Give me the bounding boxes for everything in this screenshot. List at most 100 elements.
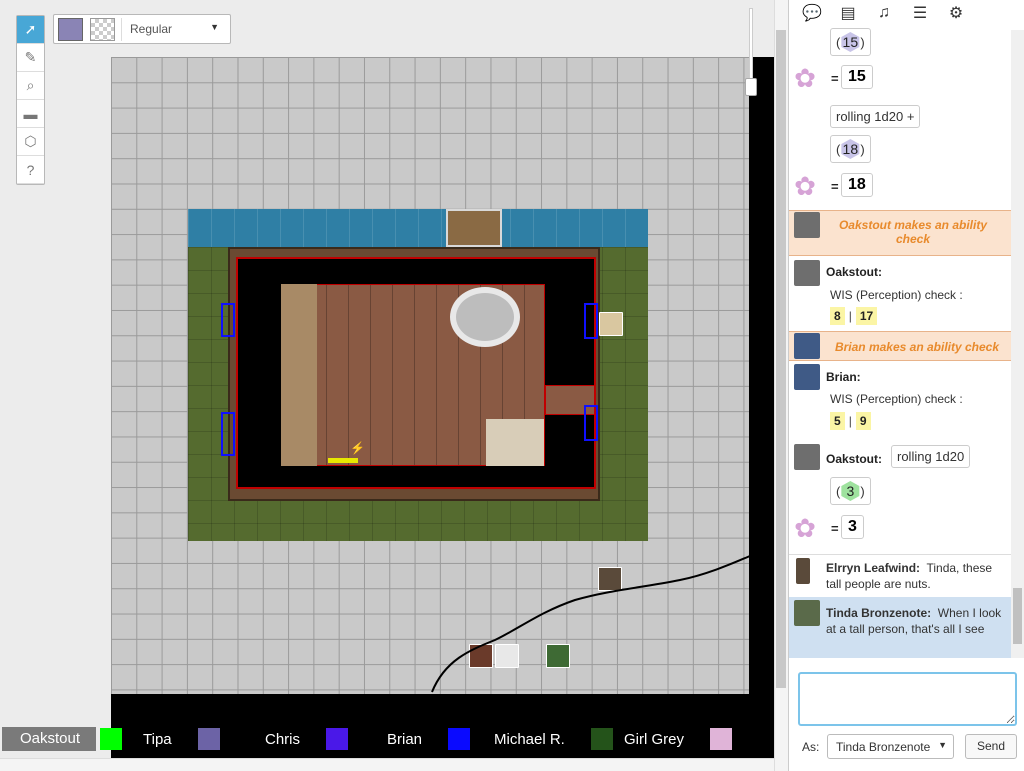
player-oakstout[interactable]: Oakstout bbox=[2, 727, 122, 751]
player-color-swatch[interactable] bbox=[590, 728, 613, 750]
avatar bbox=[794, 444, 820, 470]
vertical-scrollbar-thumb[interactable] bbox=[776, 30, 786, 688]
door-marker[interactable] bbox=[221, 303, 235, 337]
character-token[interactable] bbox=[469, 644, 493, 668]
journal-icon[interactable]: ▤ bbox=[837, 3, 859, 23]
speak-as-value: Tinda Bronzenote bbox=[836, 740, 931, 754]
roll-result-box: (18) bbox=[830, 135, 871, 163]
player-michael-r[interactable]: Michael R. bbox=[488, 727, 613, 751]
player-tipa[interactable]: Tipa bbox=[137, 727, 220, 751]
player-name: Tipa bbox=[143, 730, 172, 748]
paren: ) bbox=[860, 35, 865, 50]
speaker-name: Oakstout: bbox=[826, 452, 883, 466]
player-name: Michael R. bbox=[494, 730, 565, 748]
yellow-drawing[interactable] bbox=[328, 458, 358, 463]
drawing-style-bar: Regular ▼ bbox=[53, 14, 231, 44]
measure-tool[interactable]: ▬ bbox=[17, 100, 44, 128]
door-marker[interactable] bbox=[221, 412, 235, 456]
help-tool[interactable]: ? bbox=[17, 156, 44, 184]
compendium-icon[interactable]: ♫ bbox=[873, 3, 895, 23]
avatar bbox=[796, 558, 810, 584]
paren: ( bbox=[836, 142, 841, 157]
speaker-name: Tinda Bronzenote: bbox=[826, 606, 932, 620]
check-label: WIS (Perception) check : bbox=[830, 288, 963, 302]
help-icon: ? bbox=[26, 161, 35, 178]
chat-scrollbar[interactable] bbox=[1011, 30, 1024, 658]
roll-value: 8 bbox=[830, 307, 845, 325]
player-girl-grey[interactable]: Girl Grey bbox=[618, 727, 732, 751]
character-token[interactable] bbox=[546, 644, 570, 668]
paren: ( bbox=[836, 35, 841, 50]
battle-map-image[interactable]: ⚡ bbox=[188, 209, 648, 541]
zoom-slider-thumb[interactable] bbox=[745, 78, 757, 96]
font-style-select[interactable]: Regular ▼ bbox=[121, 18, 227, 41]
chat-icon[interactable]: 💬 bbox=[801, 3, 823, 23]
player-name: Chris bbox=[265, 730, 301, 748]
zoom-tool[interactable]: ⌕ bbox=[17, 72, 44, 100]
chat-log[interactable]: (15) ✿ = 15 rolling 1d20 + (18) ✿ = 18 O… bbox=[789, 26, 1011, 658]
draw-tool[interactable]: ✎ bbox=[17, 44, 44, 72]
equals-sign: = bbox=[831, 179, 839, 194]
roll-value: 9 bbox=[855, 412, 871, 430]
player-color-swatch[interactable] bbox=[448, 728, 471, 750]
chat-message: Tinda Bronzenote: When I look at a tall … bbox=[826, 605, 1006, 637]
map-stage[interactable]: ⚡ ➚ ✎ ⌕ ▬ ⬡? Regular ▼ Oakstout Tipa Chris Bria… bbox=[0, 0, 788, 771]
player-color-swatch[interactable] bbox=[100, 728, 122, 750]
fog-tool[interactable]: ⬡ bbox=[17, 128, 44, 156]
check-values: 8 | 17 bbox=[830, 307, 878, 325]
d20-icon: ⬡ bbox=[24, 133, 37, 149]
chat-message: Elrryn Leafwind: Tinda, these tall peopl… bbox=[826, 560, 1006, 592]
equals-sign: = bbox=[831, 521, 839, 536]
list-icon[interactable]: ☰ bbox=[909, 3, 931, 23]
player-color-swatch[interactable] bbox=[326, 728, 349, 750]
avatar bbox=[794, 364, 820, 390]
chat-input[interactable] bbox=[798, 672, 1017, 726]
gear-icon[interactable]: ⚙ bbox=[945, 3, 967, 23]
player-name: Oakstout bbox=[2, 727, 96, 751]
roll-result-box: (15) bbox=[830, 28, 871, 56]
select-tool[interactable]: ➚ bbox=[17, 16, 44, 44]
separator: | bbox=[848, 309, 852, 323]
roll-value: 17 bbox=[855, 307, 878, 325]
roll-total: 18 bbox=[841, 173, 873, 197]
avatar bbox=[794, 260, 820, 286]
roll-formula: rolling 1d20 + bbox=[830, 105, 921, 128]
door-marker[interactable] bbox=[584, 303, 598, 339]
player-name: Girl Grey bbox=[624, 730, 684, 748]
right-sidebar: 💬 ▤ ♫ ☰ ⚙ (15) ✿ = 15 rolling 1d20 + (18) ✿ … bbox=[788, 0, 1024, 771]
d20-die: 3 bbox=[841, 481, 860, 501]
player-brian[interactable]: Brian bbox=[381, 727, 471, 751]
character-token[interactable] bbox=[599, 312, 623, 336]
speaker-name: Brian: bbox=[826, 370, 861, 384]
avatar bbox=[794, 212, 820, 238]
ability-check-banner: Brian makes an ability check bbox=[789, 331, 1011, 361]
send-button[interactable]: Send bbox=[965, 734, 1017, 759]
speak-as-select[interactable]: Tinda Bronzenote ▼ bbox=[827, 734, 954, 759]
door-marker[interactable] bbox=[584, 405, 598, 441]
player-chris[interactable]: Chris bbox=[259, 727, 349, 751]
brush-icon: ✎ bbox=[24, 49, 37, 65]
horizontal-scrollbar[interactable] bbox=[0, 758, 774, 771]
yellow-bolt-drawing[interactable]: ⚡ bbox=[350, 441, 365, 455]
tool-palette: ➚ ✎ ⌕ ▬ ⬡? bbox=[16, 15, 45, 185]
ruler-icon: ▬ bbox=[23, 105, 38, 122]
player-color-swatch[interactable] bbox=[197, 728, 220, 750]
message-divider bbox=[789, 554, 1011, 555]
character-token[interactable] bbox=[598, 567, 622, 591]
fill-color-swatch[interactable] bbox=[58, 18, 83, 41]
roll-total: 3 bbox=[841, 515, 864, 539]
ability-check-banner: Oakstout makes an ability check bbox=[789, 210, 1011, 256]
roll-result-box: (3) bbox=[830, 477, 871, 505]
d20-die: 15 bbox=[841, 32, 860, 52]
roll-value: 5 bbox=[830, 412, 845, 430]
avatar-flower-icon: ✿ bbox=[794, 171, 816, 201]
transparent-color-swatch[interactable] bbox=[90, 18, 115, 41]
map-stones bbox=[281, 284, 317, 466]
character-token[interactable] bbox=[495, 644, 519, 668]
sidebar-tabs: 💬 ▤ ♫ ☰ ⚙ bbox=[789, 0, 1024, 26]
check-label: WIS (Perception) check : bbox=[830, 392, 963, 406]
cursor-icon: ➚ bbox=[24, 21, 37, 37]
player-color-swatch[interactable] bbox=[710, 728, 732, 750]
avatar-flower-icon: ✿ bbox=[794, 63, 816, 93]
chat-scrollbar-thumb[interactable] bbox=[1013, 588, 1022, 644]
